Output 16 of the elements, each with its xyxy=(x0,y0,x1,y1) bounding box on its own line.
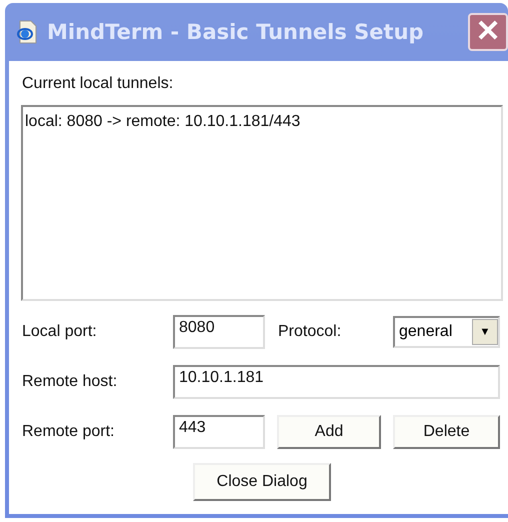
document-icon xyxy=(15,20,39,44)
protocol-label: Protocol: xyxy=(277,323,342,341)
remote-port-field[interactable]: 443 xyxy=(173,415,265,449)
protocol-dropdown[interactable]: general ▼ xyxy=(393,316,500,348)
close-button[interactable]: ✕ xyxy=(468,13,508,51)
remote-host-field[interactable]: 10.10.1.181 xyxy=(173,365,500,399)
local-port-field[interactable]: 8080 xyxy=(173,315,265,349)
close-dialog-button[interactable]: Close Dialog xyxy=(193,463,331,501)
tunnels-label: Current local tunnels: xyxy=(22,75,174,93)
remote-host-label: Remote host: xyxy=(21,373,118,391)
tunnel-item[interactable]: local: 8080 -> remote: 10.10.1.181/443 xyxy=(25,113,499,131)
delete-button[interactable]: Delete xyxy=(393,415,500,449)
window-title: MindTerm - Basic Tunnels Setup xyxy=(47,20,425,44)
remote-port-label: Remote port: xyxy=(21,423,116,441)
local-port-label: Local port: xyxy=(21,323,98,341)
add-button[interactable]: Add xyxy=(277,415,381,449)
